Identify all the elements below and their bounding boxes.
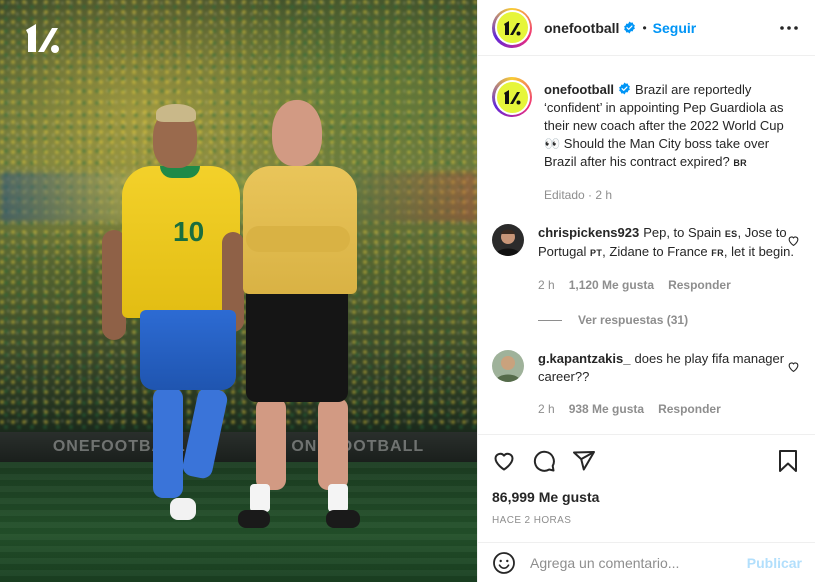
coach-arm	[246, 226, 350, 252]
comment-icon	[533, 450, 555, 472]
comment-input[interactable]	[530, 554, 747, 571]
comment-time: 2 h	[538, 278, 555, 292]
coach-leg	[318, 398, 348, 490]
comment-meta: 2 h 938 Me gusta Responder	[538, 400, 802, 418]
coach-leg	[256, 398, 286, 490]
reply-button[interactable]: Responder	[658, 400, 721, 418]
comment-text: , let it begin.	[723, 244, 794, 259]
player-leg	[153, 388, 183, 498]
more-horizontal-icon	[780, 25, 798, 30]
jersey-number: 10	[173, 216, 205, 247]
avatar-ring	[494, 10, 530, 45]
like-button[interactable]	[492, 449, 516, 473]
add-comment-bar: Publicar	[478, 542, 815, 582]
comments-section[interactable]: onefootball Brazil are reportedly ‘confi…	[478, 57, 815, 434]
player-shoe	[170, 498, 196, 520]
view-replies-label[interactable]: Ver respuestas (31)	[578, 313, 688, 327]
avatar[interactable]	[492, 77, 532, 117]
comment-username[interactable]: chrispickens923	[538, 225, 639, 240]
view-replies-button[interactable]: Ver respuestas (31)	[538, 313, 802, 327]
emoji-icon	[493, 551, 515, 574]
onefootball-logo-icon	[504, 90, 521, 105]
caption-meta: Editado · 2 h	[544, 186, 802, 204]
post-panel: onefootball • Seguir onefootball Brazil …	[477, 0, 815, 582]
post-header: onefootball • Seguir	[478, 0, 815, 56]
reply-button[interactable]: Responder	[668, 276, 731, 294]
separator-dot: •	[642, 20, 647, 35]
coach-sock	[328, 484, 348, 512]
heart-icon[interactable]	[787, 234, 800, 247]
caption-edited-time: Editado · 2 h	[544, 188, 613, 202]
action-icons	[492, 435, 802, 487]
flag-es: ES	[724, 229, 738, 239]
comment-text: , Zidane to France	[602, 244, 708, 259]
comment-likes[interactable]: 1,120 Me gusta	[569, 276, 654, 294]
user-avatar-icon	[492, 224, 524, 256]
comment-username[interactable]: g.kapantzakis_	[538, 351, 631, 366]
share-button[interactable]	[572, 449, 596, 473]
heart-icon[interactable]	[787, 360, 800, 373]
avatar-ring	[494, 79, 530, 115]
likes-count[interactable]: 86,999 Me gusta	[492, 489, 802, 505]
more-horizontal-icon[interactable]	[777, 16, 801, 40]
coach-sock	[250, 484, 270, 512]
post-actions: 86,999 Me gusta HACE 2 HORAS	[478, 434, 815, 542]
caption-username[interactable]: onefootball	[544, 82, 614, 97]
verified-badge-icon	[619, 82, 630, 95]
post-timestamp[interactable]: HACE 2 HORAS	[492, 515, 802, 526]
comment-text-block: g.kapantzakis_ does he play fifa manager …	[538, 350, 802, 386]
bookmark-icon	[779, 450, 797, 472]
comment-item: chrispickens923 Pep, to Spain ES, Jose to…	[492, 224, 802, 294]
onefootball-logo-icon	[496, 12, 528, 43]
comment-time: 2 h	[538, 402, 555, 416]
flag-br: BR	[733, 158, 747, 168]
post-image[interactable]: ONEFOOTBALL ONEFOOTBALL 10	[0, 0, 477, 582]
send-icon	[573, 451, 595, 471]
save-button[interactable]	[776, 449, 800, 473]
ad-board: ONEFOOTBALL ONEFOOTBALL	[0, 432, 477, 462]
onefootball-logo-icon	[26, 24, 59, 53]
comment-body: chrispickens923 Pep, to Spain ES, Jose to…	[538, 224, 802, 294]
emoji-button[interactable]	[492, 551, 516, 575]
comment-button[interactable]	[532, 449, 556, 473]
comment-meta: 2 h 1,120 Me gusta Responder	[538, 276, 802, 294]
user-avatar-icon	[492, 350, 524, 382]
comment-body: g.kapantzakis_ does he play fifa manager …	[538, 350, 802, 418]
publish-button[interactable]: Publicar	[747, 555, 802, 571]
comment-text: Pep, to Spain	[643, 225, 722, 240]
caption: onefootball Brazil are reportedly ‘confi…	[492, 77, 802, 204]
coach-shoe	[238, 510, 270, 528]
verified-badge-icon	[624, 21, 636, 34]
comment-item: g.kapantzakis_ does he play fifa manager …	[492, 350, 802, 418]
avatar[interactable]	[492, 7, 532, 48]
player-hair	[156, 104, 196, 122]
onefootball-logo-icon	[504, 20, 521, 35]
heart-icon	[494, 452, 514, 471]
flag-pt: PT	[590, 248, 603, 258]
replies-divider	[538, 319, 562, 321]
avatar[interactable]	[492, 224, 524, 256]
ad-board-text: ONEFOOTBALL	[291, 438, 425, 455]
caption-body: onefootball Brazil are reportedly ‘confi…	[544, 77, 802, 204]
avatar[interactable]	[492, 350, 524, 382]
coach-shorts	[246, 290, 348, 402]
comment-text-block: chrispickens923 Pep, to Spain ES, Jose to…	[538, 224, 802, 262]
onefootball-logo-icon	[496, 81, 528, 113]
flag-fr: FR	[711, 248, 724, 258]
follow-button[interactable]: Seguir	[653, 20, 697, 36]
caption-text-block: onefootball Brazil are reportedly ‘confi…	[544, 81, 802, 172]
comment-likes[interactable]: 938 Me gusta	[569, 400, 644, 418]
player-shorts	[140, 310, 236, 390]
header-username[interactable]: onefootball	[544, 20, 619, 36]
coach-head	[272, 100, 322, 166]
coach-shoe	[326, 510, 360, 528]
